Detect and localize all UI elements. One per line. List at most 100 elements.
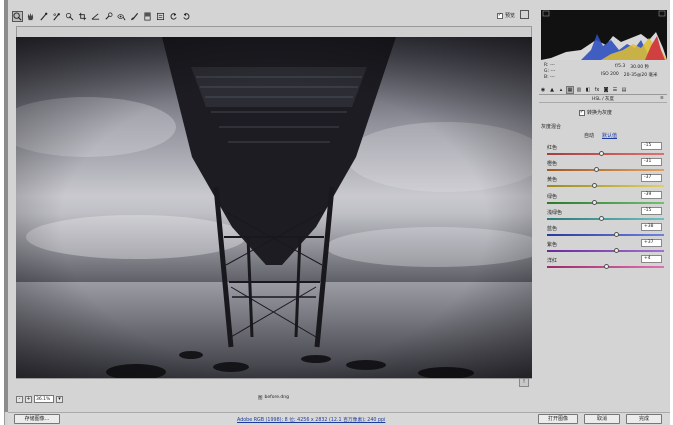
slider-track[interactable] <box>547 169 664 172</box>
target-adjust-icon[interactable] <box>64 11 75 22</box>
slider-row: 蓝色 +38 <box>541 223 665 240</box>
exif-info: R: --- G: --- B: --- f/5.3 30.00 秒 ISO 2… <box>541 62 667 84</box>
panel-menu-icon[interactable]: ≡ <box>660 96 664 101</box>
color-sampler-icon[interactable] <box>51 11 62 22</box>
slider-thumb[interactable] <box>591 199 597 205</box>
slider-label: 浅绿色 <box>547 209 563 216</box>
tab-lens-corrections[interactable]: ◧ <box>584 86 592 94</box>
adjustment-brush-icon[interactable] <box>129 11 140 22</box>
fullscreen-icon[interactable] <box>520 10 529 19</box>
slider-row: 红色 -15 <box>541 142 665 159</box>
zoom-out-button[interactable]: - <box>16 395 23 403</box>
b-label: B: <box>544 75 549 80</box>
preview-checkbox[interactable]: ✓ <box>497 12 503 19</box>
lens-value: 20-35@20 毫米 <box>623 73 658 78</box>
red-eye-icon[interactable] <box>116 11 127 22</box>
slider-value-field[interactable]: -15 <box>641 206 662 215</box>
zoom-in-button[interactable]: + <box>25 395 32 403</box>
zoom-controls: - + 36.1% ▾ <box>16 394 63 404</box>
slider-value-field[interactable]: +38 <box>641 223 662 231</box>
preview-label: 预览 <box>505 13 516 19</box>
clipping-warning-button[interactable]: ! <box>519 378 529 387</box>
rgb-readout: R: --- G: --- B: --- <box>544 63 555 81</box>
zoom-icon[interactable] <box>12 10 23 22</box>
done-button[interactable]: 完成 <box>626 414 662 424</box>
slider-thumb[interactable] <box>593 167 599 173</box>
crop-icon[interactable] <box>77 11 88 22</box>
auto-link[interactable]: 自动 <box>584 132 594 139</box>
zoom-level-field[interactable]: 36.1% <box>34 395 54 403</box>
slider-value-field[interactable]: -31 <box>641 158 662 167</box>
slider-label: 绿色 <box>547 193 558 200</box>
rotate-cw-icon[interactable] <box>181 11 192 22</box>
slider-label: 紫色 <box>547 242 558 249</box>
tab-effects[interactable]: fx <box>593 86 601 94</box>
slider-label: 蓝色 <box>547 226 558 232</box>
aperture-value: f/5.3 <box>615 64 626 69</box>
slider-label: 红色 <box>547 145 558 151</box>
filename-prefix: 图 <box>258 396 263 401</box>
white-balance-icon[interactable] <box>38 11 49 22</box>
convert-grayscale-toggle[interactable]: ✓ 转换为灰度 <box>579 109 612 116</box>
slider-thumb[interactable] <box>592 183 598 189</box>
slider-track[interactable] <box>547 234 664 236</box>
cancel-button[interactable]: 取消 <box>584 414 620 424</box>
panel-title: HSL / 灰度 <box>539 96 667 103</box>
tab-camera-calibration[interactable]: ◙ <box>602 86 610 94</box>
save-image-button[interactable]: 存储图像... <box>14 414 60 424</box>
straighten-icon[interactable] <box>90 11 101 22</box>
slider-thumb[interactable] <box>598 151 604 156</box>
slider-track[interactable] <box>547 185 664 188</box>
histogram <box>541 10 667 60</box>
workflow-options-link[interactable]: Adobe RGB (1998); 8 位; 4256 x 2832 (12.1… <box>237 416 385 423</box>
toolbar <box>10 8 534 24</box>
slider-track[interactable] <box>547 250 664 253</box>
slider-track[interactable] <box>547 153 664 155</box>
slider-label: 橙色 <box>547 161 558 168</box>
rotate-ccw-icon[interactable] <box>168 11 179 22</box>
slider-track[interactable] <box>547 201 664 204</box>
slider-track[interactable] <box>547 217 664 220</box>
slider-row: 洋红 +4 <box>541 255 665 272</box>
default-link[interactable]: 默认值 <box>602 132 617 139</box>
spot-removal-icon[interactable] <box>103 11 114 22</box>
r-label: R: <box>544 63 549 68</box>
grayscale-mix-links: 自动 默认值 <box>584 132 617 139</box>
photo-preview[interactable] <box>16 37 532 378</box>
window-edge <box>4 0 8 412</box>
slider-thumb[interactable] <box>604 264 610 270</box>
graduated-filter-icon[interactable] <box>142 11 153 22</box>
hand-icon[interactable] <box>25 11 36 22</box>
slider-value-field[interactable]: +4 <box>641 255 662 264</box>
convert-grayscale-checkbox[interactable]: ✓ <box>579 109 585 116</box>
filename-text: before.dng <box>264 395 289 400</box>
tab-snapshots[interactable]: ▤ <box>620 86 628 94</box>
preview-toggle[interactable]: ✓ 预览 <box>497 12 515 19</box>
slider-value-field[interactable]: -15 <box>641 142 662 150</box>
g-label: G: <box>544 69 550 74</box>
slider-row: 黄色 -37 <box>541 174 665 191</box>
slider-row: 绿色 -39 <box>541 190 665 208</box>
tab-detail[interactable]: ▴ <box>557 86 565 94</box>
slider-value-field[interactable]: -37 <box>641 174 662 183</box>
slider-thumb[interactable] <box>614 232 620 237</box>
zoom-dropdown-icon[interactable]: ▾ <box>56 395 63 403</box>
preferences-icon[interactable] <box>155 11 166 22</box>
slider-label: 洋红 <box>547 258 558 265</box>
slider-row: 橙色 -31 <box>541 158 665 175</box>
tab-basic[interactable]: ◉ <box>539 86 547 94</box>
tab-split-toning[interactable]: ▥ <box>575 86 583 94</box>
tab-tone-curve[interactable]: ▲ <box>548 86 556 94</box>
convert-grayscale-label: 转换为灰度 <box>587 110 613 116</box>
slider-value-field[interactable]: -39 <box>641 190 662 199</box>
shutter-value: 30.00 秒 <box>630 65 650 70</box>
slider-row: 紫色 +37 <box>541 239 665 256</box>
g-value: --- <box>550 69 556 74</box>
slider-value-field[interactable]: +37 <box>641 239 662 248</box>
tab-hsl-grayscale[interactable]: ▦ <box>566 86 574 94</box>
tab-presets[interactable]: ☰ <box>611 86 619 94</box>
filename-label: 图 before.dng <box>258 395 289 401</box>
open-image-button[interactable]: 打开图像 <box>538 414 578 424</box>
slider-thumb[interactable] <box>613 248 619 254</box>
slider-thumb[interactable] <box>598 215 604 221</box>
